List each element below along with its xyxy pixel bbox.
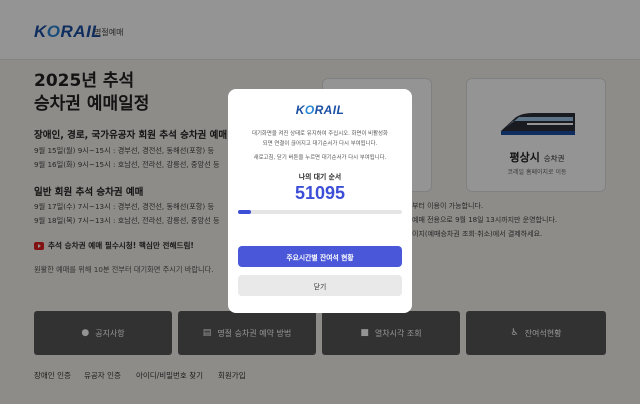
queue-modal: KORAIL 대기화면을 켜진 상태로 유지하여 주십시오. 화면이 비활성화 … [228,89,412,313]
modal-instruction-line: 되면 연결이 끊어지고 대기순서가 다시 부여됩니다. [262,141,378,147]
close-button[interactable]: 닫기 [238,275,402,296]
queue-progress-bar [238,210,402,214]
queue-label: 나의 대기 순서 [298,173,342,181]
queue-progress-fill [238,210,252,214]
modal-instruction-line: 대기화면을 켜진 상태로 유지하여 주십시오. 화면이 비활성화 [252,131,388,137]
modal-korail-logo: KORAIL [295,103,345,117]
remaining-seats-by-time-button[interactable]: 주요시간별 잔여석 현황 [238,246,402,267]
queue-number: 51095 [294,183,346,203]
modal-instruction-line: 새로고침, 닫기 버튼을 누르면 대기순서가 다시 부여됩니다. [253,155,387,161]
